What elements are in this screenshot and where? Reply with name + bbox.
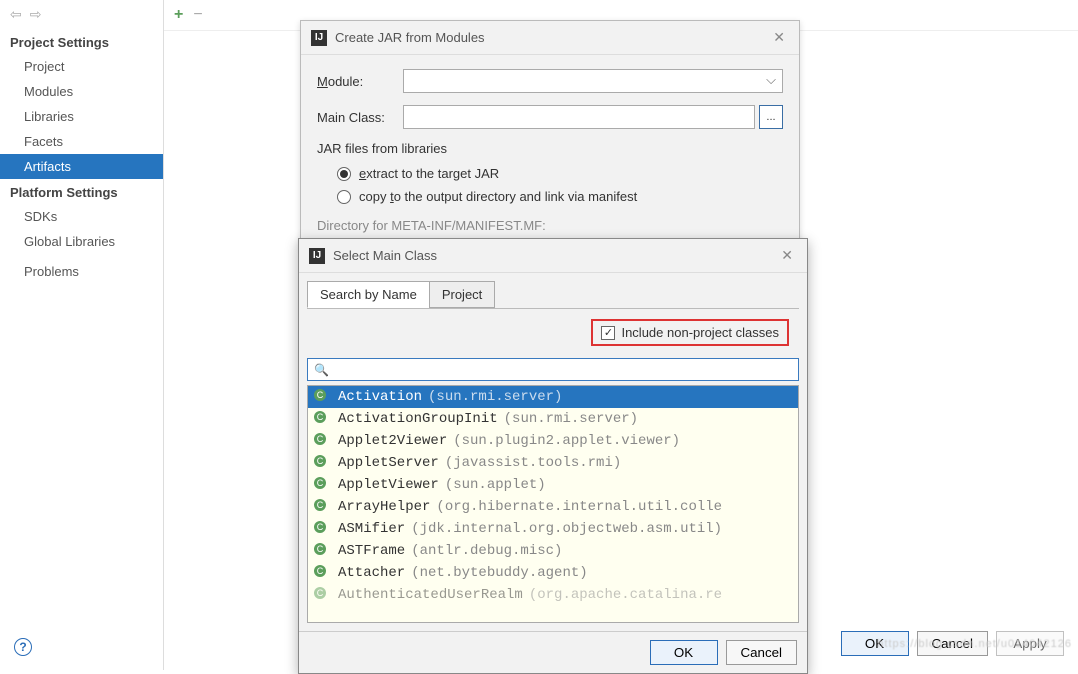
class-item[interactable]: Attacher(net.bytebuddy.agent) [308,562,798,584]
radio-copy[interactable]: copy to the output directory and link vi… [337,189,783,204]
close-icon[interactable]: ✕ [769,29,789,46]
platform-settings-header: Platform Settings [0,179,163,204]
dialog2-titlebar: IJ Select Main Class ✕ [299,239,807,273]
class-icon [314,433,330,449]
class-icon [314,499,330,515]
class-item[interactable]: AuthenticatedUserRealm(org.apache.catali… [308,584,798,606]
class-item[interactable]: AppletServer(javassist.tools.rmi) [308,452,798,474]
ok-button[interactable]: OK [650,640,718,665]
class-search-box[interactable]: 🔍 [307,358,799,381]
sidebar-item-modules[interactable]: Modules [0,79,163,104]
sidebar-item-problems[interactable]: Problems [0,254,163,284]
class-icon [314,543,330,559]
dialog1-title: Create JAR from Modules [335,30,769,45]
search-icon: 🔍 [314,363,329,377]
class-icon [314,455,330,471]
project-settings-header: Project Settings [0,29,163,54]
cancel-button[interactable]: Cancel [726,640,798,665]
include-non-project-row: ✓ Include non-project classes [307,313,799,352]
sidebar-item-sdks[interactable]: SDKs [0,204,163,229]
tab-project[interactable]: Project [429,281,495,308]
tab-search-by-name[interactable]: Search by Name [307,281,430,308]
remove-icon[interactable]: − [193,6,202,24]
radio-extract[interactable]: extract to the target JAR [337,166,783,181]
sidebar-item-facets[interactable]: Facets [0,129,163,154]
sidebar-item-artifacts[interactable]: Artifacts [0,154,163,179]
sidebar-item-project[interactable]: Project [0,54,163,79]
close-icon[interactable]: ✕ [777,247,797,264]
intellij-icon: IJ [311,30,327,46]
dialog1-body: Module: Main Class: ... JAR files from l… [301,55,799,247]
class-item[interactable]: Activation(sun.rmi.server) [308,386,798,408]
class-icon [314,389,330,405]
radio-icon [337,190,351,204]
create-jar-dialog: IJ Create JAR from Modules ✕ Module: Mai… [300,20,800,248]
class-icon [314,587,330,603]
radio-copy-label: copy to the output directory and link vi… [359,189,637,204]
dialog1-titlebar: IJ Create JAR from Modules ✕ [301,21,799,55]
main-class-input[interactable] [403,105,755,129]
radio-extract-label: extract to the target JAR [359,166,499,181]
dialog2-title: Select Main Class [333,248,777,263]
class-icon [314,565,330,581]
tab-divider [307,308,799,309]
browse-main-class-button[interactable]: ... [759,105,783,129]
help-icon[interactable]: ? [14,638,32,656]
include-non-project-checkbox[interactable]: ✓ [601,326,615,340]
forward-icon[interactable]: ⇨ [30,6,42,23]
intellij-icon: IJ [309,248,325,264]
include-non-project-label: Include non-project classes [621,325,779,340]
class-icon [314,521,330,537]
class-item[interactable]: ActivationGroupInit(sun.rmi.server) [308,408,798,430]
jar-files-header: JAR files from libraries [317,141,783,156]
sidebar-item-libraries[interactable]: Libraries [0,104,163,129]
class-item[interactable]: ASMifier(jdk.internal.org.objectweb.asm.… [308,518,798,540]
add-icon[interactable]: + [174,6,183,24]
class-icon [314,411,330,427]
nav-arrows: ⇦ ⇨ [0,0,163,29]
class-item[interactable]: AppletViewer(sun.applet) [308,474,798,496]
select-main-class-dialog: IJ Select Main Class ✕ Search by Name Pr… [298,238,808,674]
watermark: https://blog.csdn.net/u014042126 [877,638,1072,650]
back-icon[interactable]: ⇦ [10,6,22,23]
checkbox-highlight: ✓ Include non-project classes [591,319,789,346]
class-item[interactable]: Applet2Viewer(sun.plugin2.applet.viewer) [308,430,798,452]
radio-icon [337,167,351,181]
module-select[interactable] [403,69,783,93]
sidebar-item-global-libraries[interactable]: Global Libraries [0,229,163,254]
class-item[interactable]: ArrayHelper(org.hibernate.internal.util.… [308,496,798,518]
settings-sidebar: ⇦ ⇨ Project Settings Project Modules Lib… [0,0,164,670]
class-search-input[interactable] [333,362,792,377]
dialog2-tabs: Search by Name Project [299,273,807,308]
dialog2-buttons: OK Cancel [299,631,807,673]
class-item[interactable]: ASTFrame(antlr.debug.misc) [308,540,798,562]
manifest-dir-label: Directory for META-INF/MANIFEST.MF: [317,218,783,233]
main-class-label: Main Class: [317,110,403,125]
module-label: Module: [317,74,403,89]
class-list[interactable]: Activation(sun.rmi.server) ActivationGro… [307,385,799,623]
class-icon [314,477,330,493]
